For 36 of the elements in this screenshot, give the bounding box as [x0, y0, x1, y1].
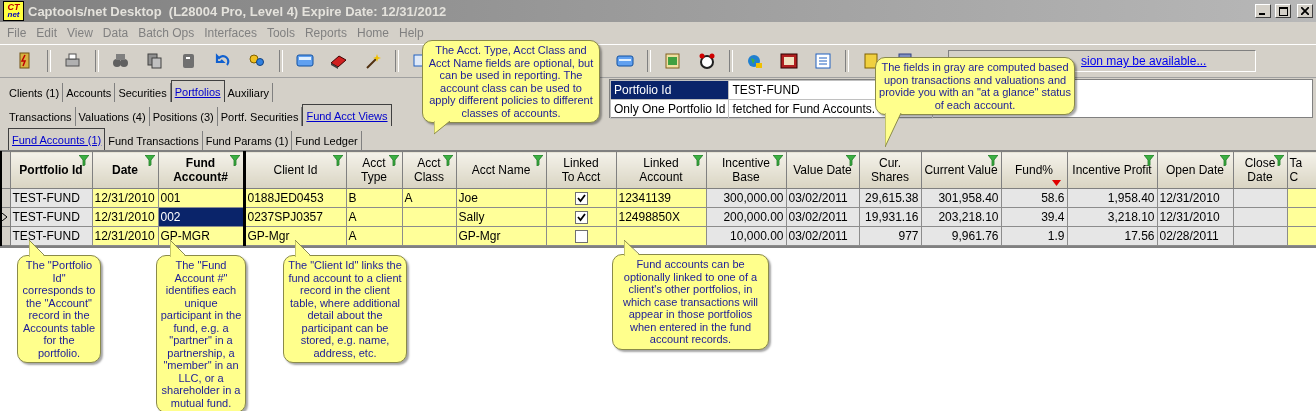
- column-header[interactable]: Current Value: [921, 151, 1001, 189]
- column-header[interactable]: Open Date: [1157, 151, 1233, 189]
- column-header[interactable]: Incentive Base: [706, 151, 786, 189]
- column-header[interactable]: Acct Class: [402, 151, 456, 189]
- tab[interactable]: Fund Acct Views: [302, 104, 392, 126]
- window-title: Captools/net Desktop (L28004 Pro, Level 4) Expire Date: 12/31/2012: [28, 3, 448, 19]
- tab[interactable]: Fund Accounts (1): [8, 128, 106, 150]
- column-header[interactable]: Incentive Profit: [1067, 151, 1157, 189]
- update-link[interactable]: sion may be available...: [1081, 54, 1207, 68]
- column-header[interactable]: Acct Name: [456, 151, 546, 189]
- tab[interactable]: Auxiliary: [224, 83, 274, 102]
- tab[interactable]: Accounts: [63, 83, 116, 102]
- column-header[interactable]: Portfolio Id: [10, 151, 92, 189]
- column-header[interactable]: Linked To Acct: [546, 151, 616, 189]
- column-header[interactable]: Acct Type: [346, 151, 402, 189]
- callout-tooltip: The "Portfolio Id" corresponds to the "Account" record in the Accounts table for the portfolio.: [17, 240, 104, 363]
- column-header[interactable]: Fund Account#: [158, 151, 244, 189]
- column-header[interactable]: Date: [92, 151, 158, 189]
- app-logo: CT net: [3, 1, 24, 21]
- info-label: Only One Portfolio Id: [610, 99, 729, 119]
- callout-tooltip: The Acct. Type, Acct Class and Acct Name fields are optional, but can be used in reporting. The account class can be used to apply different policies to different classes of accounts.: [422, 40, 603, 136]
- column-header[interactable]: Linked Account: [616, 151, 706, 189]
- column-header[interactable]: Cur. Shares: [859, 151, 921, 189]
- column-header[interactable]: Client Id: [244, 151, 346, 189]
- info-label: Portfolio Id: [610, 80, 729, 100]
- callout-tooltip: Fund accounts can be optionally linked to one of a client's other portfolios, in which case transactions will appear in those portfolios when entered in the fund account records.: [612, 240, 772, 350]
- callout-tooltip: The fields in gray are computed based upon transactions and valuations and provide you with an "at a glance" status of each account.: [875, 57, 1078, 149]
- column-header[interactable]: Fund%: [1001, 151, 1067, 189]
- column-header[interactable]: Value Date: [786, 151, 859, 189]
- column-header[interactable]: Ta C: [1287, 151, 1316, 189]
- callout-tooltip: The "Fund Account #" identifies each unique participant in the fund, e.g. a "partner" in a partnership, a "member" in an LLC, or a shareholder in a mutual fund.: [156, 240, 249, 411]
- tab[interactable]: Clients (1): [6, 83, 64, 102]
- tab[interactable]: Transactions: [6, 107, 76, 126]
- tab[interactable]: Portfolios: [170, 80, 225, 102]
- column-header[interactable]: Close Date: [1233, 151, 1287, 189]
- tab[interactable]: Valuations (4): [75, 107, 150, 126]
